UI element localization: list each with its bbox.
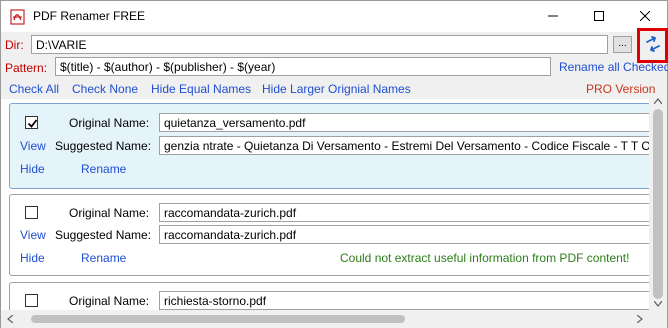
list-item[interactable]: Original Name: quietanza_versamento.pdf … (9, 103, 649, 189)
scrollbar-corner (649, 310, 667, 328)
list-item[interactable]: Original Name: raccomandata-zurich.pdf V… (9, 194, 649, 276)
rename-all-checked-link[interactable]: Rename all Checked (559, 60, 668, 74)
check-none-link[interactable]: Check None (72, 82, 138, 96)
hide-link[interactable]: Hide (20, 251, 45, 265)
maximize-icon (594, 10, 604, 24)
dir-input[interactable]: D:\VARIE (31, 35, 608, 54)
horizontal-scrollbar[interactable] (1, 310, 649, 328)
window-title: PDF Renamer FREE (33, 9, 146, 23)
view-link[interactable]: View (20, 228, 46, 242)
title-bar: PDF Renamer FREE (1, 1, 667, 32)
pro-version-link[interactable]: PRO Version (586, 82, 655, 96)
rename-link[interactable]: Rename (81, 162, 126, 176)
vertical-scrollbar[interactable] (649, 95, 667, 310)
suggested-name-label: Suggested Name: (55, 139, 152, 153)
original-name-field[interactable]: raccomandata-zurich.pdf (159, 203, 649, 222)
item-checkbox[interactable] (25, 116, 38, 129)
pdf-app-icon (10, 9, 26, 25)
original-name-label: Original Name: (69, 294, 150, 308)
close-icon (639, 10, 651, 24)
swap-arrows-icon (644, 35, 662, 56)
check-all-link[interactable]: Check All (9, 82, 59, 96)
rename-link[interactable]: Rename (81, 251, 126, 265)
minimize-button[interactable] (530, 1, 576, 32)
swap-button[interactable] (637, 28, 668, 63)
status-message: Could not extract useful information fro… (340, 251, 630, 265)
maximize-button[interactable] (576, 1, 622, 32)
hide-link[interactable]: Hide (20, 162, 45, 176)
suggested-name-label: Suggested Name: (55, 228, 152, 242)
item-checkbox[interactable] (25, 206, 38, 219)
list-item[interactable]: Original Name: richiesta-storno.pdf (9, 282, 649, 310)
dir-label: Dir: (5, 38, 24, 52)
browse-button[interactable]: ... (613, 36, 632, 53)
minimize-icon (548, 10, 558, 24)
suggested-name-field[interactable]: genzia ntrate - Quietanza Di Versamento … (159, 136, 649, 155)
original-name-label: Original Name: (69, 206, 150, 220)
item-checkbox[interactable] (25, 294, 38, 307)
vertical-scroll-thumb[interactable] (653, 109, 663, 299)
pattern-label: Pattern: (5, 61, 48, 75)
original-name-field[interactable]: richiesta-storno.pdf (159, 291, 649, 310)
hide-equal-names-link[interactable]: Hide Equal Names (151, 82, 251, 96)
file-list: Original Name: quietanza_versamento.pdf … (1, 99, 649, 310)
original-name-label: Original Name: (69, 116, 150, 130)
app-window: PDF Renamer FREE Dir: D:\VARIE ... Patte… (0, 0, 668, 328)
original-name-field[interactable]: quietanza_versamento.pdf (159, 113, 649, 132)
pattern-input[interactable]: $(title) - $(author) - $(publisher) - $(… (55, 57, 551, 76)
suggested-name-field[interactable]: raccomandata-zurich.pdf (159, 225, 649, 244)
horizontal-scroll-thumb[interactable] (31, 315, 405, 323)
hide-larger-names-link[interactable]: Hide Larger Orignial Names (262, 82, 411, 96)
view-link[interactable]: View (20, 139, 46, 153)
